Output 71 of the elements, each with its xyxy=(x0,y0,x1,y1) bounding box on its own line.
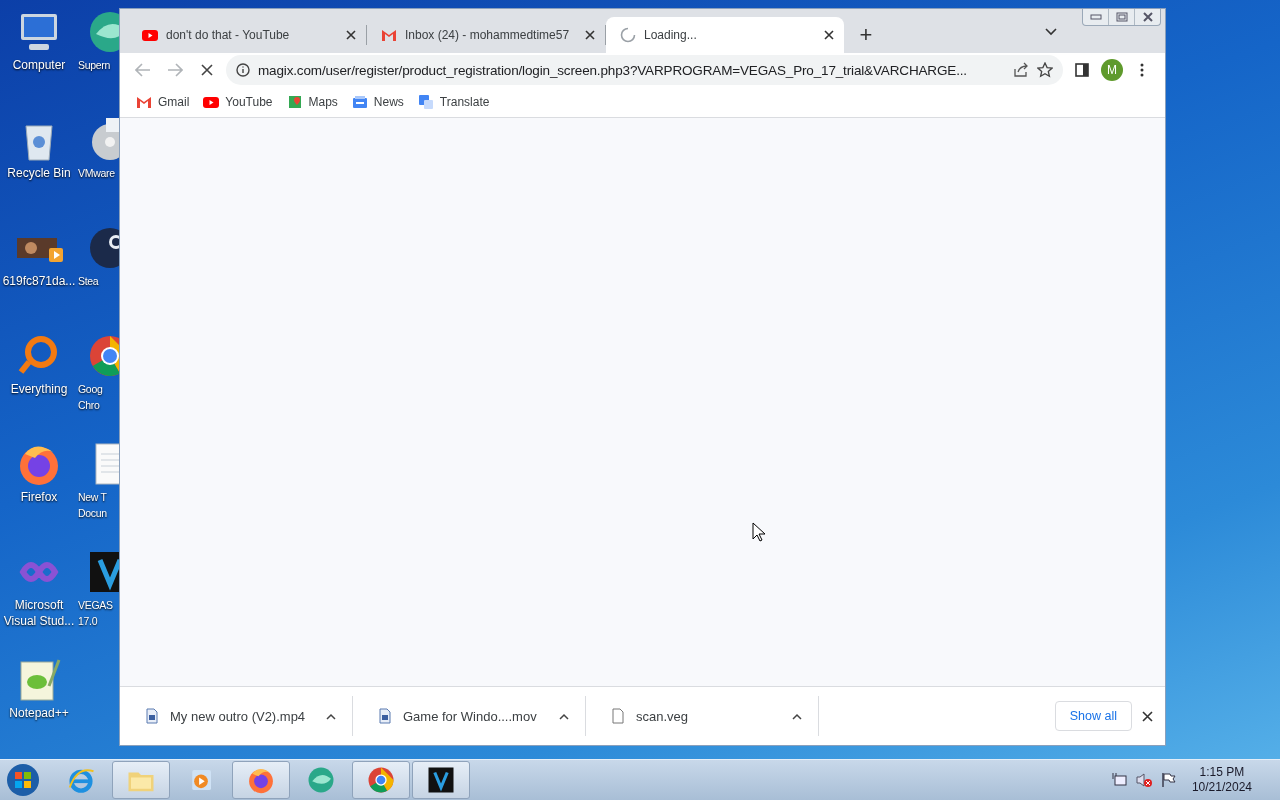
icon-label: Goog xyxy=(78,382,103,396)
restore-icon[interactable] xyxy=(1115,12,1128,22)
icon-label: Computer xyxy=(12,58,66,72)
new-tab-button[interactable]: + xyxy=(852,21,880,49)
bookmark-link[interactable]: Translate xyxy=(417,94,490,110)
show-all-button[interactable]: Show all xyxy=(1054,701,1132,731)
clock-date[interactable]: 10/21/2024 xyxy=(1191,780,1252,795)
menu-icon[interactable] xyxy=(1140,63,1144,77)
close-icon[interactable] xyxy=(1142,710,1153,722)
icon-label: Supern xyxy=(78,58,111,72)
icon-label: Docun xyxy=(78,506,107,520)
share-icon[interactable] xyxy=(1013,62,1029,78)
close-icon[interactable] xyxy=(346,30,356,40)
clock-time[interactable]: 1:15 PM xyxy=(1199,765,1245,780)
chevron-up-icon[interactable] xyxy=(559,712,569,720)
gmail-icon xyxy=(381,27,397,43)
bookmark-link[interactable]: Gmail xyxy=(136,94,190,110)
sphere-icon xyxy=(306,765,336,795)
browser-tab[interactable]: don't do that - YouTube xyxy=(128,17,366,53)
stop-icon[interactable] xyxy=(201,64,213,76)
close-icon[interactable] xyxy=(585,30,595,40)
flag-icon[interactable] xyxy=(1159,772,1176,788)
icon-label: Firefox xyxy=(20,490,58,504)
youtube-icon xyxy=(142,27,158,43)
url-text: magix.com/user/register/product_registration/login_screen.php3?VARPROGRAM=VEGAS_Pro_17_trial&VARCHARGE... xyxy=(258,62,968,78)
network-icon[interactable] xyxy=(1111,772,1128,788)
download-item[interactable]: My new outro (V2).mp4 xyxy=(120,696,353,736)
icon-label: Everything xyxy=(10,382,68,396)
minimize-icon[interactable] xyxy=(1089,14,1102,20)
video-file-icon xyxy=(144,708,160,724)
browser-tab[interactable]: Loading... xyxy=(606,17,844,53)
bookmark-link[interactable]: YouTube xyxy=(203,94,273,110)
chevron-down-icon[interactable] xyxy=(1045,28,1057,36)
video-file-icon xyxy=(377,708,393,724)
close-icon[interactable] xyxy=(1141,12,1154,22)
gmail-icon xyxy=(136,94,152,110)
icon-label: VEGAS xyxy=(78,598,113,612)
taskbar-button[interactable] xyxy=(412,761,470,799)
translate-icon xyxy=(417,94,434,110)
bookmark-link[interactable]: Maps xyxy=(286,94,338,110)
star-icon[interactable] xyxy=(1037,62,1053,78)
mouse-cursor-icon xyxy=(752,522,766,542)
start-button[interactable] xyxy=(6,763,40,797)
icon-label: VMware xyxy=(78,166,115,180)
icon-label: Microsoft xyxy=(14,598,64,612)
youtube-icon xyxy=(203,94,220,110)
news-icon xyxy=(351,94,368,110)
icon-label: 619fc871da... xyxy=(2,274,76,288)
vegas-icon xyxy=(426,765,456,795)
close-icon[interactable] xyxy=(824,30,834,40)
chevron-up-icon[interactable] xyxy=(326,712,336,720)
browser-tab[interactable]: Inbox (24) - mohammedtime57 xyxy=(367,17,605,53)
chrome-icon xyxy=(366,765,396,795)
icon-label: 17.0 xyxy=(78,614,98,628)
download-item[interactable]: Game for Windo....mov xyxy=(353,696,586,736)
loading-spinner-icon xyxy=(620,27,636,43)
download-item[interactable]: scan.veg xyxy=(586,696,819,736)
file-icon xyxy=(610,708,626,724)
chevron-up-icon[interactable] xyxy=(792,712,802,720)
bookmark-link[interactable]: News xyxy=(351,94,404,110)
address-bar[interactable]: magix.com/user/register/product_registration/login_screen.php3?VARPROGRAM=VEGAS_Pro_17_trial&VARCHARGE... xyxy=(226,55,1063,85)
muted-speaker-icon[interactable] xyxy=(1135,772,1152,788)
icon-label: Recycle Bin xyxy=(7,166,71,180)
icon-label: Stea xyxy=(78,274,99,288)
info-icon[interactable] xyxy=(236,63,250,77)
map-pin-icon xyxy=(286,94,303,110)
icon-label: Notepad++ xyxy=(9,706,69,720)
side-panel-icon[interactable] xyxy=(1075,63,1089,77)
icon-label: Visual Stud... xyxy=(3,614,75,628)
icon-label: New T xyxy=(78,490,107,504)
icon-label: Chro xyxy=(78,398,100,412)
